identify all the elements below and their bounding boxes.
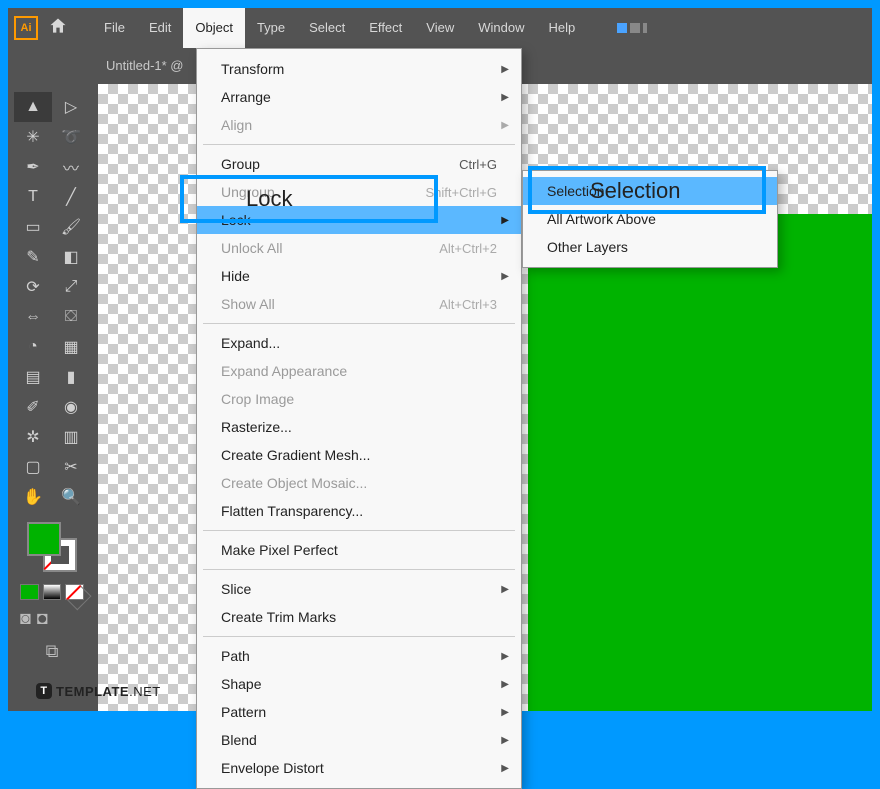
eraser-tool[interactable]: ◧: [52, 242, 90, 272]
menu-item-path[interactable]: Path▶: [197, 642, 521, 670]
menu-help[interactable]: Help: [536, 8, 587, 48]
perspective-tool[interactable]: ▦: [52, 332, 90, 362]
watermark: T TEMPLATE.NET: [36, 683, 161, 699]
menu-item-show-all: Show AllAlt+Ctrl+3: [197, 290, 521, 318]
curvature-tool[interactable]: 〰: [52, 152, 90, 182]
lock-submenu: Selection All Artwork Above Other Layers: [522, 170, 778, 268]
menu-item-blend[interactable]: Blend▶: [197, 726, 521, 754]
fill-stroke-swatch[interactable]: [27, 522, 77, 572]
selection-tool[interactable]: ▲: [14, 92, 52, 122]
menu-item-slice[interactable]: Slice▶: [197, 575, 521, 603]
menu-separator: [203, 569, 515, 570]
free-transform-tool[interactable]: ⛋: [52, 302, 90, 332]
menu-object[interactable]: Object: [183, 8, 245, 48]
menu-separator: [203, 636, 515, 637]
menu-item-make-pixel-perfect[interactable]: Make Pixel Perfect: [197, 536, 521, 564]
paintbrush-tool[interactable]: 🖌: [52, 212, 90, 242]
menu-item-rasterize-[interactable]: Rasterize...: [197, 413, 521, 441]
menu-file[interactable]: File: [92, 8, 137, 48]
menu-item-envelope-distort[interactable]: Envelope Distort▶: [197, 754, 521, 782]
menu-window[interactable]: Window: [466, 8, 536, 48]
color-mode-row: [14, 582, 90, 602]
menu-separator: [203, 144, 515, 145]
color-mode-color[interactable]: [20, 584, 39, 600]
zoom-tool[interactable]: 🔍: [52, 482, 90, 512]
gradient-tool[interactable]: ▮: [52, 362, 90, 392]
menu-item-lock[interactable]: Lock▶: [197, 206, 521, 234]
width-tool[interactable]: ⇔: [14, 302, 52, 332]
menu-item-expand-[interactable]: Expand...: [197, 329, 521, 357]
pen-tool[interactable]: ✒: [14, 152, 52, 182]
screen-mode-button[interactable]: ⧉: [14, 635, 90, 668]
home-button[interactable]: [48, 16, 72, 40]
artwork-rectangle[interactable]: [528, 214, 872, 711]
watermark-text: TEMPLATE.NET: [56, 684, 161, 699]
hand-tool[interactable]: ✋: [14, 482, 52, 512]
eyedropper-tool[interactable]: ✐: [14, 392, 52, 422]
app-window: Ai File Edit Object Type Select Effect V…: [8, 8, 872, 711]
menu-separator: [203, 530, 515, 531]
menu-item-shape[interactable]: Shape▶: [197, 670, 521, 698]
graph-tool[interactable]: ▥: [52, 422, 90, 452]
scale-tool[interactable]: ⤢: [52, 272, 90, 302]
menu-select[interactable]: Select: [297, 8, 357, 48]
menu-effect[interactable]: Effect: [357, 8, 414, 48]
draw-behind-icon[interactable]: ◘: [37, 608, 48, 629]
menu-item-create-gradient-mesh-[interactable]: Create Gradient Mesh...: [197, 441, 521, 469]
menu-item-align: Align▶: [197, 111, 521, 139]
menu-item-arrange[interactable]: Arrange▶: [197, 83, 521, 111]
submenu-all-artwork-above[interactable]: All Artwork Above: [523, 205, 777, 233]
menu-item-crop-image: Crop Image: [197, 385, 521, 413]
tools-panel: ▲▷ ✳➰ ✒〰 T╱ ▭🖌 ✎◧ ⟳⤢ ⇔⛋ ◔▦ ▤▮ ✐◉ ✲▥ ▢✂ ✋…: [14, 88, 90, 672]
menu-item-transform[interactable]: Transform▶: [197, 55, 521, 83]
menu-edit[interactable]: Edit: [137, 8, 183, 48]
rectangle-tool[interactable]: ▭: [14, 212, 52, 242]
submenu-selection[interactable]: Selection: [523, 177, 777, 205]
submenu-other-layers[interactable]: Other Layers: [523, 233, 777, 261]
menu-item-create-trim-marks[interactable]: Create Trim Marks: [197, 603, 521, 631]
menu-item-create-object-mosaic-: Create Object Mosaic...: [197, 469, 521, 497]
menu-item-hide[interactable]: Hide▶: [197, 262, 521, 290]
menubar: Ai File Edit Object Type Select Effect V…: [8, 8, 872, 48]
lasso-tool[interactable]: ➰: [52, 122, 90, 152]
color-mode-none[interactable]: [65, 584, 84, 600]
blend-tool[interactable]: ◉: [52, 392, 90, 422]
mesh-tool[interactable]: ▤: [14, 362, 52, 392]
symbol-sprayer-tool[interactable]: ✲: [14, 422, 52, 452]
draw-normal-icon[interactable]: ◙: [20, 608, 31, 629]
menu-item-pattern[interactable]: Pattern▶: [197, 698, 521, 726]
object-menu-dropdown: Transform▶Arrange▶Align▶ GroupCtrl+GUngro…: [196, 48, 522, 789]
fill-swatch[interactable]: [27, 522, 61, 556]
magic-wand-tool[interactable]: ✳: [14, 122, 52, 152]
watermark-badge: T: [36, 683, 52, 699]
menu-item-expand-appearance: Expand Appearance: [197, 357, 521, 385]
document-tab[interactable]: Untitled-1* @: [106, 58, 184, 73]
menu-type[interactable]: Type: [245, 8, 297, 48]
menu-view[interactable]: View: [414, 8, 466, 48]
menu-item-flatten-transparency-[interactable]: Flatten Transparency...: [197, 497, 521, 525]
rotate-tool[interactable]: ⟳: [14, 272, 52, 302]
type-tool[interactable]: T: [14, 182, 52, 212]
menu-item-group[interactable]: GroupCtrl+G: [197, 150, 521, 178]
color-mode-gradient[interactable]: [43, 584, 62, 600]
workspace-switcher-icon[interactable]: [617, 23, 647, 33]
menu-separator: [203, 323, 515, 324]
slice-tool[interactable]: ✂: [52, 452, 90, 482]
line-tool[interactable]: ╱: [52, 182, 90, 212]
menu-item-ungroup: UngroupShift+Ctrl+G: [197, 178, 521, 206]
artboard-tool[interactable]: ▢: [14, 452, 52, 482]
menu-item-unlock-all: Unlock AllAlt+Ctrl+2: [197, 234, 521, 262]
shape-builder-tool[interactable]: ◔: [14, 332, 52, 362]
shaper-tool[interactable]: ✎: [14, 242, 52, 272]
app-logo: Ai: [14, 16, 38, 40]
direct-selection-tool[interactable]: ▷: [52, 92, 90, 122]
